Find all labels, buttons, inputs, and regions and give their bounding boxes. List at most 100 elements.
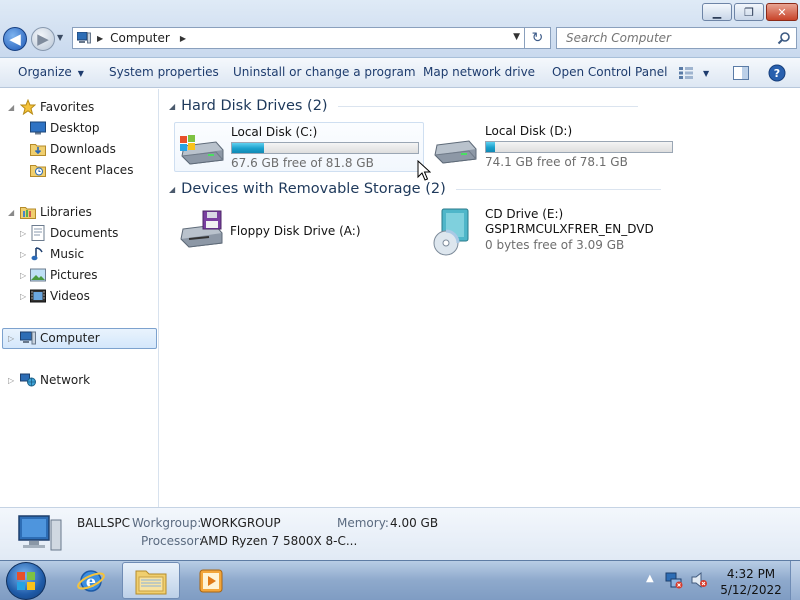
- sidebar-item-music[interactable]: ▷ Music: [20, 244, 84, 264]
- sidebar-libraries-label: Libraries: [40, 205, 92, 219]
- search-input[interactable]: [557, 28, 767, 48]
- minimize-button[interactable]: ▁: [702, 3, 732, 21]
- sidebar-item-label: Computer: [40, 331, 100, 345]
- start-button[interactable]: [6, 562, 46, 600]
- content-pane: ◢ Hard Disk Drives (2) Local Disk (C:) 6…: [160, 89, 800, 507]
- collapse-group-icon[interactable]: ◢: [169, 102, 175, 111]
- navigation-pane: ◢ Favorites Desktop Downloads Recent Pla…: [0, 89, 159, 507]
- sidebar-item-downloads[interactable]: Downloads: [30, 139, 116, 159]
- music-icon: [30, 246, 46, 262]
- sidebar-item-documents[interactable]: ▷ Documents: [20, 223, 118, 243]
- group-title: Devices with Removable Storage (2): [181, 181, 446, 197]
- group-header-removable[interactable]: ◢ Devices with Removable Storage (2): [169, 181, 661, 197]
- refresh-button[interactable]: ↻: [525, 27, 551, 49]
- cd-drive-e[interactable]: CD Drive (E:) GSP1RMCULXFRER_EN_DVD 0 by…: [428, 205, 678, 259]
- expand-triangle-icon[interactable]: ▷: [8, 376, 16, 385]
- sidebar-item-label: Pictures: [50, 268, 98, 282]
- expand-triangle-icon[interactable]: ▷: [20, 292, 28, 301]
- drive-name: Local Disk (C:): [231, 125, 318, 139]
- details-pane: BALLSPC Workgroup: WORKGROUP Memory: 4.0…: [0, 507, 800, 560]
- taskbar-windows-explorer[interactable]: [122, 562, 180, 599]
- sidebar-libraries[interactable]: ◢ Libraries: [8, 202, 92, 222]
- media-player-icon: [199, 569, 223, 592]
- search-icon[interactable]: [777, 31, 791, 45]
- expand-triangle-icon[interactable]: ▷: [20, 271, 28, 280]
- downloads-folder-icon: [30, 141, 46, 157]
- drive-name: CD Drive (E:): [485, 207, 564, 221]
- taskbar-internet-explorer[interactable]: e: [62, 562, 120, 599]
- maximize-button[interactable]: ❐: [734, 3, 764, 21]
- forward-arrow-icon: ▶: [37, 30, 49, 48]
- sidebar-item-pictures[interactable]: ▷ Pictures: [20, 265, 98, 285]
- floppy-drive-a[interactable]: Floppy Disk Drive (A:): [174, 205, 424, 255]
- sidebar-item-desktop[interactable]: Desktop: [30, 118, 100, 138]
- internet-explorer-icon: e: [77, 569, 105, 592]
- breadcrumb-chevron-icon[interactable]: ▶: [180, 34, 186, 43]
- breadcrumb-computer[interactable]: Computer: [110, 31, 170, 45]
- uninstall-program-button[interactable]: Uninstall or change a program: [233, 65, 416, 79]
- close-icon: ✕: [777, 5, 787, 19]
- clock-date: 5/12/2022: [720, 583, 782, 597]
- address-dropdown-icon[interactable]: ▼: [513, 32, 520, 42]
- dvd-drive-icon: [433, 208, 469, 256]
- help-button[interactable]: ?: [768, 64, 786, 82]
- network-icon[interactable]: [665, 571, 683, 589]
- breadcrumb-separator-icon[interactable]: ▶: [97, 34, 103, 43]
- preview-pane-icon: [733, 66, 749, 80]
- close-button[interactable]: ✕: [766, 3, 798, 21]
- sidebar-item-videos[interactable]: ▷ Videos: [20, 286, 90, 306]
- expand-triangle-icon[interactable]: ▷: [8, 334, 16, 343]
- open-control-panel-button[interactable]: Open Control Panel: [552, 65, 667, 79]
- organize-label: Organize: [18, 65, 72, 79]
- group-divider: [455, 188, 661, 190]
- libraries-icon: [20, 204, 36, 220]
- sidebar-item-recent-places[interactable]: Recent Places: [30, 160, 133, 180]
- workgroup-value: WORKGROUP: [200, 516, 281, 530]
- search-box[interactable]: [556, 27, 797, 49]
- refresh-icon: ↻: [531, 30, 544, 46]
- organize-menu[interactable]: Organize ▼: [18, 65, 84, 79]
- collapse-triangle-icon[interactable]: ◢: [8, 208, 16, 217]
- sidebar-favorites[interactable]: ◢ Favorites: [8, 97, 94, 117]
- group-header-hard-disks[interactable]: ◢ Hard Disk Drives (2): [169, 98, 638, 114]
- sidebar-item-label: Documents: [50, 226, 119, 240]
- clock[interactable]: 4:32 PM 5/12/2022: [718, 566, 784, 598]
- memory-value: 4.00 GB: [390, 516, 439, 530]
- collapse-triangle-icon[interactable]: ◢: [8, 103, 16, 112]
- computer-icon: [77, 32, 91, 44]
- address-bar[interactable]: ▶ Computer ▶ ▼: [72, 27, 525, 49]
- drive-usage-fill: [232, 143, 264, 153]
- show-hidden-icons-icon[interactable]: ▲: [646, 573, 654, 584]
- taskbar-media-player[interactable]: [182, 562, 240, 599]
- help-icon: ?: [768, 64, 786, 82]
- collapse-group-icon[interactable]: ◢: [169, 185, 175, 194]
- drive-c[interactable]: Local Disk (C:) 67.6 GB free of 81.8 GB: [174, 122, 424, 172]
- sidebar-item-computer[interactable]: ▷ Computer: [8, 328, 100, 348]
- taskbar: e ▲: [0, 560, 800, 600]
- show-desktop-button[interactable]: [790, 561, 800, 600]
- drive-volume-label: GSP1RMCULXFRER_EN_DVD: [485, 222, 654, 236]
- expand-triangle-icon[interactable]: ▷: [20, 250, 28, 259]
- volume-muted-icon[interactable]: [690, 571, 708, 589]
- back-button[interactable]: ◀: [3, 27, 27, 51]
- recent-pages-button[interactable]: ▼: [57, 33, 63, 42]
- change-view-button[interactable]: ▼: [678, 64, 709, 82]
- drive-usage-bar: [485, 141, 673, 153]
- windows-drive-icon: [180, 135, 224, 165]
- desktop-icon: [30, 120, 46, 136]
- title-bar: ▁ ❐ ✕ ◀ ▶ ▼ ▶ Computer ▶ ▼ ↻: [0, 0, 800, 58]
- expand-triangle-icon[interactable]: ▷: [20, 229, 28, 238]
- map-network-drive-button[interactable]: Map network drive: [423, 65, 535, 79]
- videos-icon: [30, 288, 46, 304]
- sidebar-item-network[interactable]: ▷ Network: [8, 370, 90, 390]
- preview-pane-button[interactable]: [733, 64, 749, 82]
- drive-d[interactable]: Local Disk (D:) 74.1 GB free of 78.1 GB: [428, 122, 678, 172]
- system-properties-button[interactable]: System properties: [109, 65, 219, 79]
- forward-button[interactable]: ▶: [31, 27, 55, 51]
- start-orb-icon: [17, 572, 35, 590]
- change-view-icon: [679, 67, 693, 79]
- sidebar-item-label: Desktop: [50, 121, 100, 135]
- minimize-icon: ▁: [712, 5, 722, 19]
- processor-value: AMD Ryzen 7 5800X 8-C...: [200, 534, 358, 548]
- pictures-icon: [30, 267, 46, 283]
